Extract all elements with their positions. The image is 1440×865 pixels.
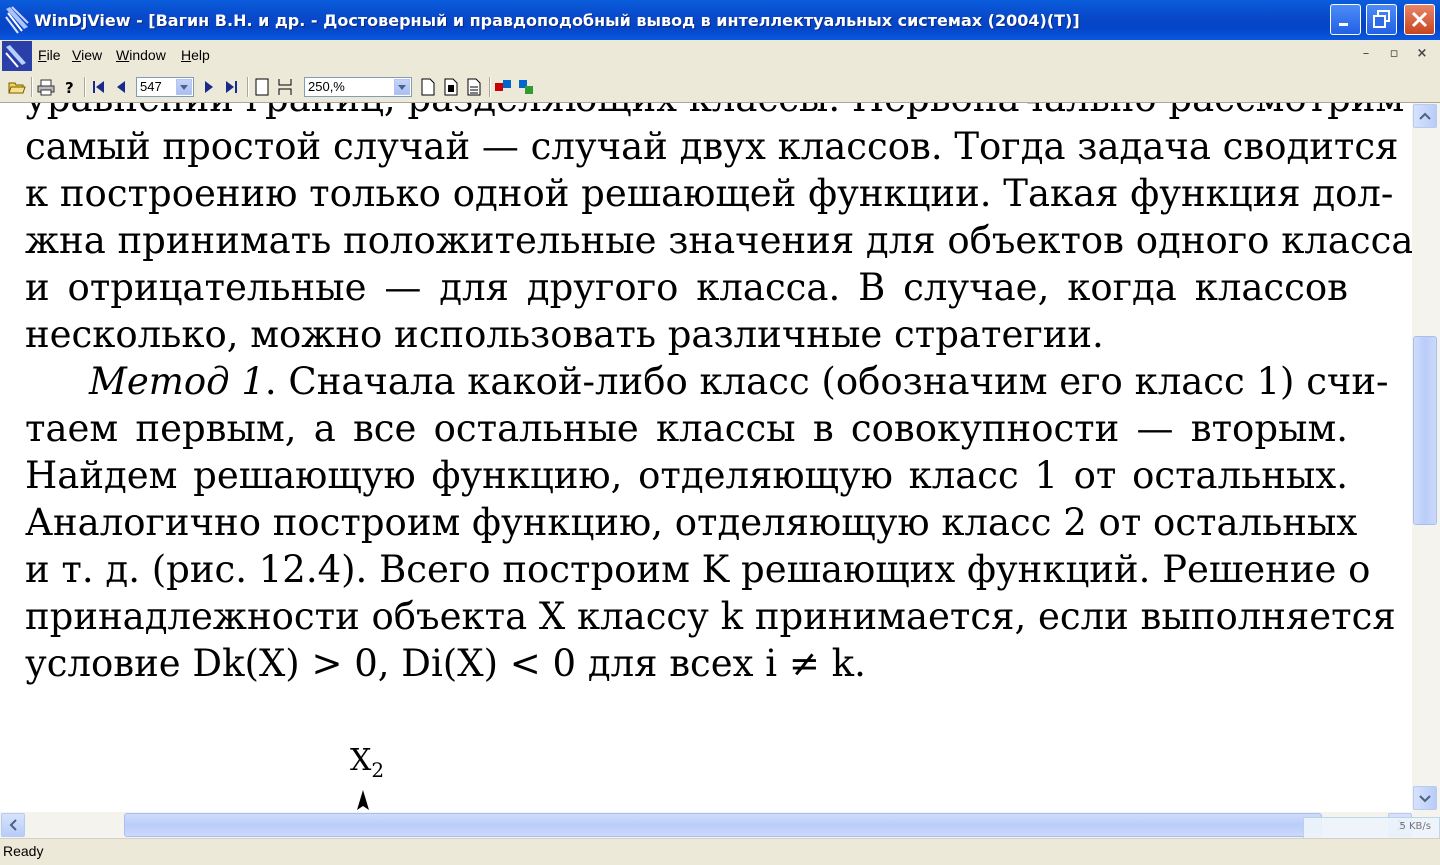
text-line: жна принимать положительные значения для… bbox=[25, 219, 1412, 262]
rotate-right-icon[interactable] bbox=[517, 78, 535, 96]
minimize-button[interactable] bbox=[1330, 4, 1361, 35]
zoom-combo[interactable]: 250,% bbox=[304, 77, 412, 97]
windjview-app-icon bbox=[5, 6, 29, 34]
axis-arrow-icon bbox=[357, 790, 369, 810]
background-mode-icon[interactable] bbox=[465, 78, 483, 96]
black-white-mode-icon[interactable] bbox=[442, 78, 460, 96]
next-page-icon[interactable] bbox=[200, 78, 218, 96]
method-text: . Сначала какой-либо класс (обозначим ег… bbox=[264, 360, 1389, 403]
menu-window[interactable]: Window bbox=[116, 47, 166, 63]
text-line: Метод 1. Сначала какой-либо класс (обозн… bbox=[25, 358, 1389, 405]
horizontal-scroll-thumb[interactable] bbox=[124, 813, 1322, 837]
mdi-minimize-button[interactable]: – bbox=[1356, 46, 1376, 64]
text-line: и отрицательные — для другого класса. В … bbox=[25, 266, 1348, 309]
page-number-value: 547 bbox=[140, 79, 162, 94]
document-cut-line: уравнений границ, разделяющих классы. Пе… bbox=[25, 103, 1404, 122]
chevron-down-icon bbox=[1419, 795, 1431, 803]
close-icon bbox=[1411, 11, 1428, 28]
text-line: Аналогично построим функцию, отделяющую … bbox=[25, 501, 1358, 544]
chevron-up-icon bbox=[1419, 112, 1431, 120]
text-line: таем первым, а все остальные классы в со… bbox=[25, 407, 1348, 450]
text-line: Найдем решающую функцию, отделяющую клас… bbox=[25, 454, 1348, 497]
rotate-left-icon[interactable] bbox=[494, 78, 512, 96]
menu-help[interactable]: Help bbox=[181, 47, 210, 63]
vertical-scroll-thumb[interactable] bbox=[1413, 336, 1437, 525]
zoom-value: 250,% bbox=[308, 79, 345, 94]
menu-file[interactable]: File bbox=[38, 47, 61, 63]
text-line: к построению только одной решающей функц… bbox=[25, 172, 1394, 215]
print-icon[interactable] bbox=[37, 78, 55, 96]
previous-page-icon[interactable] bbox=[112, 78, 130, 96]
chevron-left-icon bbox=[9, 819, 17, 831]
chevron-down-icon[interactable] bbox=[176, 79, 192, 95]
document-view[interactable]: уравнений границ, разделяющих классы. Пе… bbox=[0, 103, 1412, 812]
scroll-up-button[interactable] bbox=[1413, 104, 1437, 128]
open-folder-icon[interactable] bbox=[8, 78, 26, 96]
text-line: и т. д. (рис. 12.4). Всего построим K ре… bbox=[25, 548, 1371, 591]
last-page-icon[interactable] bbox=[222, 78, 240, 96]
text-line: самый простой случай — случай двух класс… bbox=[25, 125, 1399, 168]
text-line: принадлежности объекта X классу k приним… bbox=[25, 595, 1396, 638]
network-speed: 5 KB/s bbox=[1399, 821, 1431, 832]
mdi-close-button[interactable]: × bbox=[1412, 46, 1432, 64]
page-number-combo[interactable]: 547 bbox=[136, 77, 194, 97]
text-line: условие Dk(X) > 0, Di(X) < 0 для всех i … bbox=[25, 642, 866, 685]
restore-button[interactable] bbox=[1366, 4, 1397, 35]
continuous-pages-icon[interactable] bbox=[276, 78, 294, 96]
document-icon[interactable] bbox=[2, 41, 32, 71]
method-label: Метод 1 bbox=[89, 360, 265, 403]
paragraph-1: самый простой случай — случай двух класс… bbox=[25, 123, 1412, 358]
title-bar[interactable]: WinDjView - [Вагин В.Н. и др. - Достовер… bbox=[0, 0, 1440, 40]
status-text: Ready bbox=[3, 843, 44, 859]
restore-icon bbox=[1373, 10, 1390, 28]
scroll-down-button[interactable] bbox=[1413, 786, 1437, 810]
figure-axis-label: X2 bbox=[350, 743, 385, 782]
window-title: WinDjView - [Вагин В.Н. и др. - Достовер… bbox=[34, 11, 1080, 30]
svg-text:?: ? bbox=[65, 79, 74, 96]
help-icon[interactable]: ? bbox=[61, 78, 79, 96]
chevron-down-icon[interactable] bbox=[394, 79, 410, 95]
menu-view[interactable]: View bbox=[72, 47, 102, 63]
minimize-icon bbox=[1339, 23, 1348, 26]
first-page-icon[interactable] bbox=[90, 78, 108, 96]
scroll-left-button[interactable] bbox=[1, 813, 25, 837]
mdi-restore-button[interactable]: ▫ bbox=[1384, 46, 1404, 64]
close-button[interactable] bbox=[1404, 4, 1435, 35]
color-mode-icon[interactable] bbox=[419, 78, 437, 96]
text-line: несколько, можно использовать различные … bbox=[25, 313, 1104, 356]
status-bar bbox=[0, 838, 1440, 865]
paragraph-2: Метод 1. Сначала какой-либо класс (обозн… bbox=[25, 358, 1396, 687]
single-page-icon[interactable] bbox=[253, 78, 271, 96]
menu-bar bbox=[0, 40, 1440, 72]
